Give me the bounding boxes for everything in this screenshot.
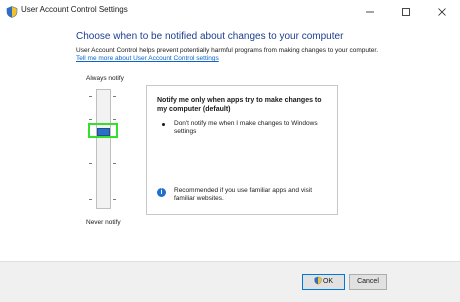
slider-label-never-notify: Never notify xyxy=(86,219,121,226)
slider-tick-left xyxy=(89,119,92,120)
title-bar: User Account Control Settings xyxy=(0,0,460,23)
ok-button-label: OK xyxy=(322,278,334,285)
slider-tick-left xyxy=(89,163,92,164)
notification-slider-thumb[interactable] xyxy=(97,128,110,136)
close-icon xyxy=(438,7,446,16)
slider-tick-left xyxy=(89,199,92,200)
slider-tick-right xyxy=(113,199,116,200)
bullet-icon xyxy=(162,123,165,126)
uac-shield-icon xyxy=(314,276,322,285)
close-button[interactable] xyxy=(424,0,460,23)
page-heading: Choose when to be notified about changes… xyxy=(76,31,344,42)
recommendation-text: Recommended if you use familiar apps and… xyxy=(174,187,313,202)
setting-description-panel: Notify me only when apps try to make cha… xyxy=(146,85,338,215)
slider-tick-right xyxy=(113,96,116,97)
maximize-icon xyxy=(402,7,410,16)
main-content: Choose when to be notified about changes… xyxy=(0,23,460,261)
uac-shield-icon xyxy=(6,5,18,18)
window-title: User Account Control Settings xyxy=(21,5,128,14)
button-bar: OK Cancel xyxy=(0,261,460,302)
slider-label-always-notify: Always notify xyxy=(86,75,124,82)
minimize-button[interactable] xyxy=(352,0,388,23)
ok-button[interactable]: OK xyxy=(302,274,345,290)
info-icon: i xyxy=(157,188,166,197)
description-text: User Account Control helps prevent poten… xyxy=(76,47,379,54)
slider-tick-right xyxy=(113,119,116,120)
slider-tick-left xyxy=(89,96,92,97)
setting-bullet: Don't notify me when I make changes to W… xyxy=(174,120,318,135)
cancel-button-label: Cancel xyxy=(357,278,379,285)
minimize-icon xyxy=(366,11,374,12)
cancel-button[interactable]: Cancel xyxy=(349,274,387,290)
slider-tick-right xyxy=(113,163,116,164)
maximize-button[interactable] xyxy=(388,0,424,23)
learn-more-link[interactable]: Tell me more about User Account Control … xyxy=(76,55,219,62)
setting-heading: Notify me only when apps try to make cha… xyxy=(157,97,322,113)
notification-slider-track[interactable] xyxy=(96,89,111,209)
